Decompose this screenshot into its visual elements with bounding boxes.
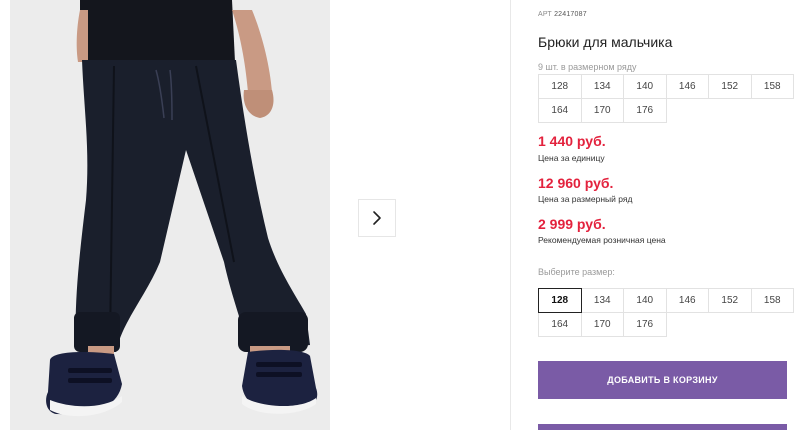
series-size-cell: 128: [538, 74, 582, 99]
series-size-cell: 146: [665, 74, 709, 99]
product-photo-illustration: [10, 0, 330, 430]
size-option[interactable]: 140: [623, 288, 667, 313]
sku-label: АРТ: [538, 11, 552, 18]
product-photo: [10, 0, 330, 430]
chevron-right-icon: [373, 211, 381, 225]
series-size-cell: 164: [538, 98, 582, 123]
series-size-grid: 128 134 140 146 152 158 164 170 176: [538, 74, 794, 123]
size-option[interactable]: 176: [623, 312, 667, 337]
product-gallery: [10, 0, 520, 430]
series-size-cell: 140: [623, 74, 667, 99]
size-option[interactable]: 170: [580, 312, 624, 337]
size-option[interactable]: 164: [538, 312, 582, 337]
series-size-cell: 170: [580, 98, 624, 123]
series-price-label: Цена за размерный ряд: [538, 194, 633, 204]
size-picker-grid: 128 134 140 146 152 158 164 170 176: [538, 288, 794, 337]
secondary-action-button[interactable]: [538, 424, 787, 430]
size-option[interactable]: 146: [665, 288, 709, 313]
retail-price: 2 999 руб.: [538, 216, 606, 232]
size-option[interactable]: 134: [580, 288, 624, 313]
unit-price-label: Цена за единицу: [538, 153, 605, 163]
size-option-selected[interactable]: 128: [538, 288, 582, 313]
series-price: 12 960 руб.: [538, 175, 614, 191]
unit-price: 1 440 руб.: [538, 133, 606, 149]
panel-divider: [510, 0, 511, 430]
size-option[interactable]: 158: [750, 288, 794, 313]
gallery-next-button[interactable]: [358, 199, 396, 237]
choose-size-label: Выберите размер:: [538, 267, 615, 277]
product-info-panel: АРТ 22417087 Брюки для мальчика 9 шт. в …: [538, 0, 800, 430]
add-to-cart-button[interactable]: ДОБАВИТЬ В КОРЗИНУ: [538, 361, 787, 399]
sku-number: 22417087: [554, 11, 587, 18]
series-size-cell: 152: [708, 74, 752, 99]
series-size-cell: 158: [750, 74, 794, 99]
series-size-cell: 134: [580, 74, 624, 99]
series-size-cell: 176: [623, 98, 667, 123]
series-count-note: 9 шт. в размерном ряду: [538, 62, 637, 72]
product-title: Брюки для мальчика: [538, 34, 673, 50]
retail-price-label: Рекомендуемая розничная цена: [538, 235, 666, 245]
size-option[interactable]: 152: [708, 288, 752, 313]
product-sku: АРТ 22417087: [538, 11, 587, 18]
